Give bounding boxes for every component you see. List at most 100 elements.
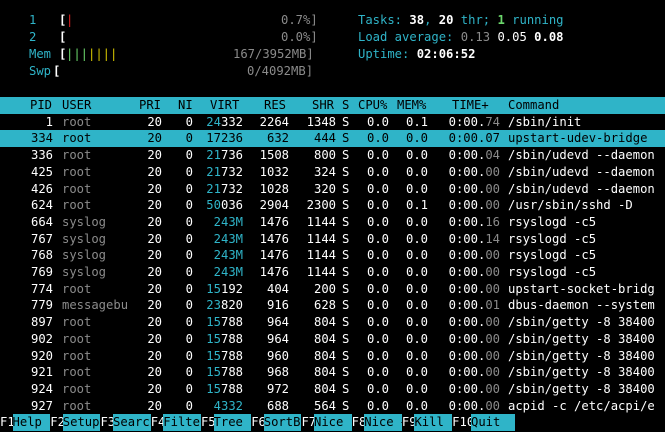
col-command[interactable]: Command bbox=[508, 97, 559, 114]
cell-virt-units: 788 bbox=[220, 348, 243, 363]
cell-virt: 21736 bbox=[206, 147, 243, 164]
cell-time: 0:00.00 bbox=[449, 381, 500, 398]
cpu2-bracket: [ bbox=[59, 30, 67, 44]
cell-s: S bbox=[342, 148, 350, 163]
col-pri[interactable]: PRI bbox=[139, 97, 161, 114]
cell-cmd: /sbin/udevd --daemon bbox=[508, 164, 655, 179]
col-cpu[interactable]: CPU% bbox=[358, 97, 387, 114]
cell-res: 1032 bbox=[259, 164, 289, 179]
process-row[interactable]: 336 root 20 0 21736 1508 800 S 0.0 0.0 0:00.04/sbi… bbox=[0, 147, 665, 164]
cell-pid: 924 bbox=[30, 381, 53, 396]
cell-time-main: 0:00. bbox=[448, 114, 486, 129]
cell-cmd: rsyslogd -c5 bbox=[508, 248, 597, 263]
cell-time: 0:00.00 bbox=[449, 348, 500, 365]
cell-time-fraction: 00 bbox=[485, 198, 500, 213]
load-15: 0.08 bbox=[534, 30, 564, 44]
cell-ni: 0 bbox=[185, 131, 193, 146]
cell-cpu: 0.0 bbox=[366, 281, 389, 296]
fkey-label-f10[interactable]: Quit bbox=[471, 414, 516, 431]
process-row[interactable]: 779 messagebu 20 0 23820 916 628 S 0.0 0.0 0:00.01… bbox=[0, 297, 665, 314]
cell-cpu: 0.0 bbox=[366, 365, 389, 380]
cell-pri: 20 bbox=[147, 365, 162, 380]
process-row[interactable]: 927 root 20 0 4332 688 564 S 0.0 0.0 0:00.00 acpid … bbox=[0, 398, 665, 415]
cell-user: syslog bbox=[62, 231, 107, 246]
process-row[interactable]: 768 syslog 20 0 243M 1476 1144 S 0.0 0.0 0:00.00 rs… bbox=[0, 247, 665, 264]
cell-user: root bbox=[62, 131, 92, 146]
cell-s: S bbox=[342, 381, 350, 396]
col-ni[interactable]: NI bbox=[178, 97, 193, 114]
cell-user: root bbox=[62, 198, 92, 213]
cell-pri: 20 bbox=[147, 281, 162, 296]
cell-time: 0:00.74 bbox=[449, 114, 500, 131]
cell-cpu: 0.0 bbox=[366, 181, 389, 196]
process-row[interactable]: 921 root 20 0 15788 968 804 S 0.0 0.0 0:00.00/sbin… bbox=[0, 364, 665, 381]
cell-res: 964 bbox=[266, 331, 289, 346]
cell-ni: 0 bbox=[185, 331, 193, 346]
col-time[interactable]: TIME+ bbox=[452, 97, 489, 114]
cell-mem: 0.0 bbox=[405, 231, 428, 246]
cell-virt-thousands: 15 bbox=[206, 365, 221, 380]
cell-pri: 20 bbox=[147, 348, 162, 363]
process-row[interactable]: 924 root 20 0 15788 972 804 S 0.0 0.0 0:00.00/sbin… bbox=[0, 381, 665, 398]
cell-res: 2904 bbox=[259, 198, 289, 213]
col-res[interactable]: RES bbox=[264, 97, 286, 114]
cell-s: S bbox=[342, 348, 350, 363]
cell-virt: 15788 bbox=[206, 314, 243, 331]
col-user[interactable]: USER bbox=[62, 97, 91, 114]
cell-cpu: 0.0 bbox=[366, 398, 389, 413]
process-row[interactable]: 425 root 20 0 21732 1032 324 S 0.0 0.0 0:00.00/sbi… bbox=[0, 164, 665, 181]
cell-time-main: 0:00. bbox=[448, 265, 486, 279]
cell-time: 0:00.00 bbox=[449, 247, 500, 264]
cell-ni: 0 bbox=[185, 281, 193, 296]
process-row[interactable]: 774 root 20 0 15192 404 200 S 0.0 0.0 0:00.00 upsta… bbox=[0, 281, 665, 298]
cell-virt-units: 332 bbox=[220, 114, 243, 129]
cell-user: root bbox=[62, 148, 92, 163]
col-virt[interactable]: VIRT bbox=[210, 97, 239, 114]
uptime-value: 02:06:52 bbox=[416, 47, 476, 61]
cell-virt-thousands: 23 bbox=[206, 298, 221, 313]
cell-cmd: /sbin/init bbox=[508, 114, 582, 129]
cell-pri: 20 bbox=[147, 265, 162, 279]
col-pid[interactable]: PID bbox=[30, 97, 52, 114]
mem-bar-used: ||| bbox=[66, 47, 89, 61]
cell-shr: 628 bbox=[313, 298, 336, 313]
cell-mem: 0.0 bbox=[405, 248, 428, 263]
process-row[interactable]: 624 root 20 0 50036 2904 2300 S 0.0 0.1 0:00.00/us… bbox=[0, 197, 665, 214]
cell-pri: 20 bbox=[147, 114, 162, 129]
cell-virt-units: 243M bbox=[213, 231, 243, 246]
cell-virt-units: 036 bbox=[220, 198, 243, 213]
column-header: PID USER PRI NI VIRT RES SHR S CPU% MEM%… bbox=[0, 97, 665, 114]
cell-time-main: 0:00. bbox=[448, 381, 486, 396]
cell-s: S bbox=[342, 298, 350, 313]
cell-virt-units: 732 bbox=[220, 164, 243, 179]
cell-virt-units: 788 bbox=[220, 315, 243, 330]
cell-ni: 0 bbox=[185, 198, 193, 213]
cell-res: 404 bbox=[266, 281, 289, 296]
cell-pri: 20 bbox=[147, 248, 162, 263]
tasks-summary: Tasks: 38, 20 thr; 1 running bbox=[358, 12, 564, 29]
cell-virt-units: 788 bbox=[220, 381, 243, 396]
process-row[interactable]: 897 root 20 0 15788 964 804 S 0.0 0.0 0:00.00/sbin… bbox=[0, 314, 665, 331]
process-row[interactable]: 920 root 20 0 15788 960 804 S 0.0 0.0 0:00.00/sbin… bbox=[0, 348, 665, 365]
process-row[interactable]: 426 root 20 0 21732 1028 320 S 0.0 0.0 0:00.00/sbi… bbox=[0, 181, 665, 198]
running-label: running bbox=[504, 13, 564, 27]
process-row[interactable]: 767 syslog 20 0 243M 1476 1144 S 0.0 0.0 0:00.14 rs… bbox=[0, 231, 665, 248]
cell-virt-thousands: 21 bbox=[206, 148, 221, 163]
process-row[interactable]: 1 root 20 0 24332 2264 1348 S 0.0 0.1 0:00.74/sbin… bbox=[0, 114, 665, 131]
cell-time-main: 0:00. bbox=[448, 231, 486, 246]
col-mem[interactable]: MEM% bbox=[397, 97, 426, 114]
process-row[interactable]: 902 root 20 0 15788 964 804 S 0.0 0.0 0:00.00/sbin… bbox=[0, 331, 665, 348]
cell-virt: 15788 bbox=[206, 364, 243, 381]
cell-time: 0:00.00 bbox=[449, 181, 500, 198]
cell-res: 916 bbox=[266, 298, 289, 313]
col-shr[interactable]: SHR bbox=[312, 97, 334, 114]
cell-virt-units: 243M bbox=[213, 214, 243, 229]
process-row[interactable]: 769 syslog 20 0 243M 1476 1144 S 0.0 0.0 0:00.00 rs… bbox=[0, 264, 665, 281]
cell-time: 0:00.16 bbox=[449, 214, 500, 231]
load-average: Load average: 0.13 0.05 0.08 bbox=[358, 29, 564, 46]
col-state[interactable]: S bbox=[342, 97, 349, 114]
cell-time-fraction: 01 bbox=[485, 298, 500, 313]
process-row[interactable]: 334 root 20 0 17236 632 444 S 0.0 0.0 0:00.07 upsta… bbox=[0, 130, 665, 148]
process-row[interactable]: 664 syslog 20 0 243M 1476 1144 S 0.0 0.0 0:00.16 rs… bbox=[0, 214, 665, 231]
swap-label: Swp bbox=[29, 64, 52, 78]
